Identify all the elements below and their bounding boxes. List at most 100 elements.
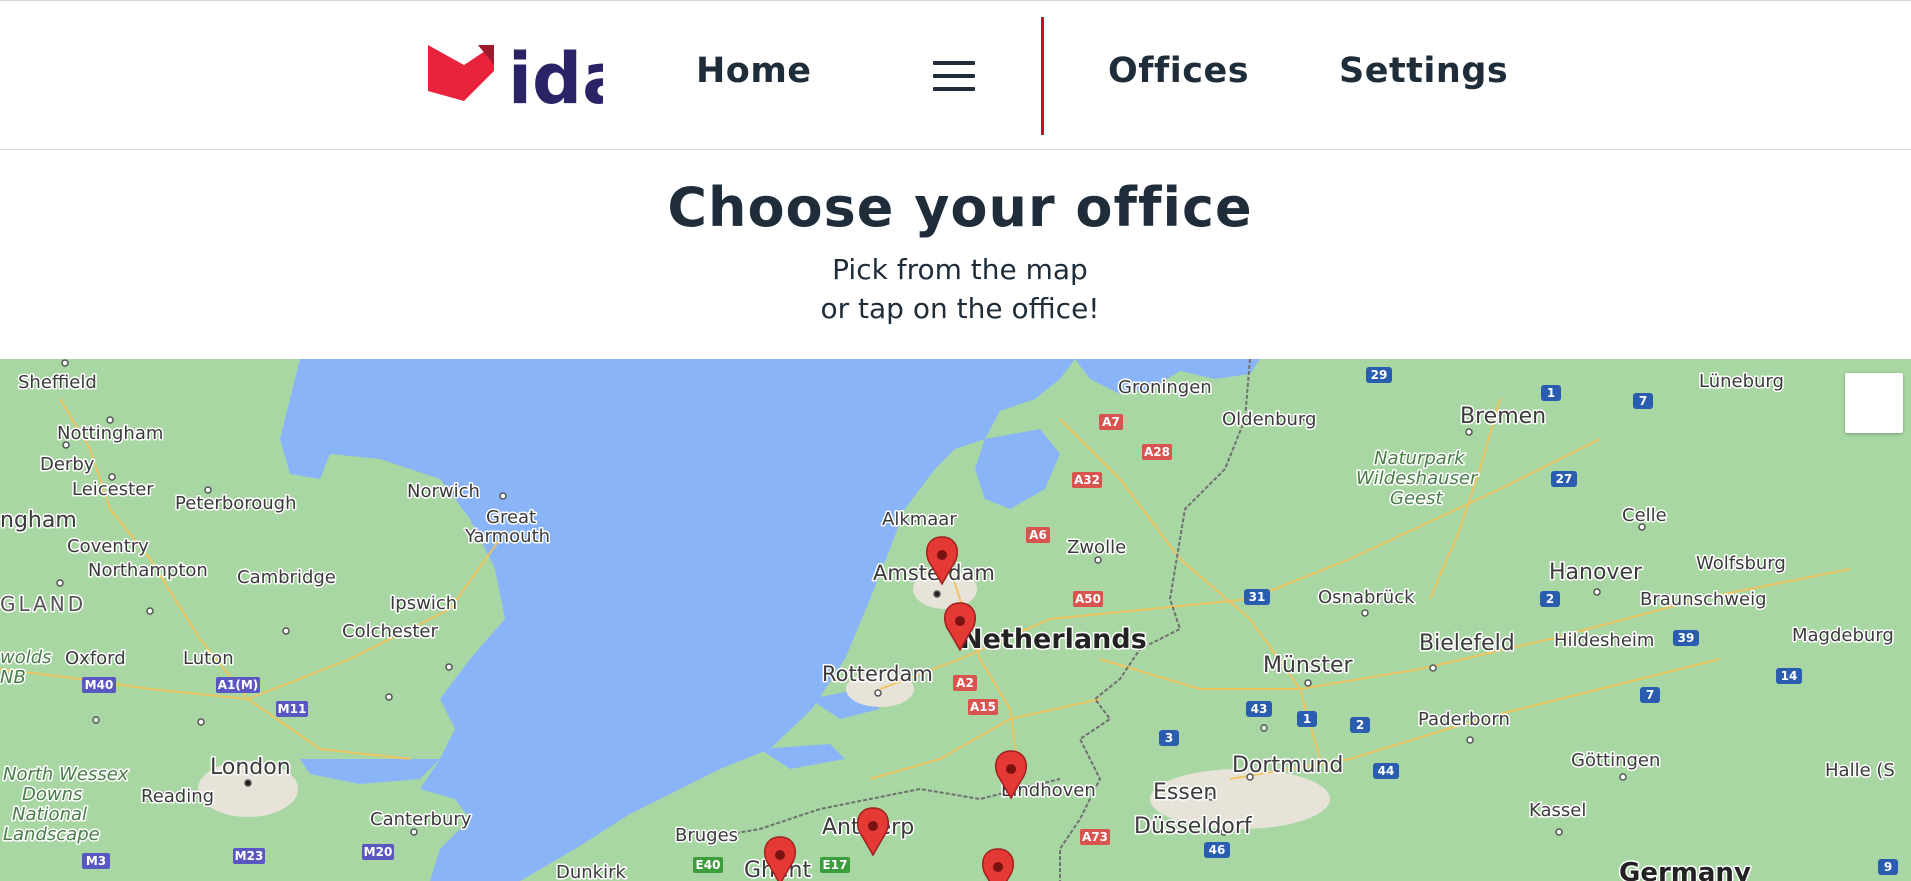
svg-text:Magdeburg: Magdeburg bbox=[1792, 625, 1894, 646]
map-canvas[interactable]: A7 A28 A32 A6 A50 A2 A15 A73 E40 E17 M40… bbox=[0, 359, 1911, 881]
page-subtitle-line2: or tap on the office! bbox=[820, 292, 1100, 325]
svg-text:Great: Great bbox=[486, 507, 536, 528]
nav-settings-link[interactable]: Settings bbox=[1339, 51, 1508, 91]
svg-text:Dortmund: Dortmund bbox=[1232, 753, 1343, 778]
svg-text:14: 14 bbox=[1781, 669, 1798, 683]
svg-text:A28: A28 bbox=[1144, 445, 1170, 459]
office-map[interactable]: A7 A28 A32 A6 A50 A2 A15 A73 E40 E17 M40… bbox=[0, 359, 1911, 881]
svg-text:A1(M): A1(M) bbox=[218, 678, 259, 692]
svg-text:Cambridge: Cambridge bbox=[237, 567, 336, 588]
svg-text:Hanover: Hanover bbox=[1549, 560, 1643, 585]
svg-text:London: London bbox=[210, 755, 291, 780]
svg-text:Geest: Geest bbox=[1390, 488, 1443, 509]
svg-text:National: National bbox=[12, 804, 87, 825]
svg-text:Colchester: Colchester bbox=[342, 621, 438, 642]
svg-text:Nottingham: Nottingham bbox=[57, 423, 163, 444]
svg-text:Bielefeld: Bielefeld bbox=[1419, 631, 1515, 656]
svg-text:Dunkirk: Dunkirk bbox=[556, 862, 627, 881]
svg-text:Yarmouth: Yarmouth bbox=[464, 526, 550, 547]
svg-text:A15: A15 bbox=[970, 700, 996, 714]
svg-text:A32: A32 bbox=[1074, 473, 1100, 487]
svg-text:Luton: Luton bbox=[183, 648, 234, 669]
svg-text:27: 27 bbox=[1556, 472, 1573, 486]
svg-text:E17: E17 bbox=[823, 858, 848, 872]
nav-offices-link[interactable]: Offices bbox=[1108, 51, 1249, 91]
svg-text:GLAND: GLAND bbox=[0, 592, 86, 616]
svg-text:Braunschweig: Braunschweig bbox=[1640, 589, 1767, 610]
svg-text:31: 31 bbox=[1249, 590, 1266, 604]
svg-text:North Wessex: North Wessex bbox=[3, 764, 129, 785]
svg-text:M20: M20 bbox=[364, 845, 393, 859]
ida-logo[interactable]: ida bbox=[428, 45, 603, 107]
svg-text:Leicester: Leicester bbox=[72, 479, 154, 500]
svg-text:Bruges: Bruges bbox=[675, 825, 738, 846]
svg-text:Oxford: Oxford bbox=[65, 648, 126, 669]
page-title: Choose your office bbox=[667, 176, 1253, 239]
map-fullscreen-button[interactable] bbox=[1845, 373, 1903, 433]
svg-text:Wolfsburg: Wolfsburg bbox=[1696, 553, 1786, 574]
svg-text:Coventry: Coventry bbox=[67, 536, 149, 557]
svg-text:43: 43 bbox=[1251, 702, 1268, 716]
svg-text:Derby: Derby bbox=[40, 454, 95, 475]
svg-text:Germany: Germany bbox=[1619, 858, 1751, 881]
svg-text:2: 2 bbox=[1356, 718, 1364, 732]
svg-text:1: 1 bbox=[1547, 386, 1555, 400]
svg-text:Naturpark: Naturpark bbox=[1374, 448, 1466, 469]
svg-text:Düsseldorf: Düsseldorf bbox=[1134, 814, 1253, 839]
svg-text:Osnabrück: Osnabrück bbox=[1318, 587, 1415, 608]
svg-text:Halle (S: Halle (S bbox=[1825, 760, 1895, 781]
svg-text:NB: NB bbox=[0, 667, 26, 688]
page-subtitle-line1: Pick from the map bbox=[832, 253, 1088, 286]
svg-text:9: 9 bbox=[1884, 860, 1892, 874]
svg-text:Alkmaar: Alkmaar bbox=[882, 509, 957, 530]
svg-text:A7: A7 bbox=[1102, 415, 1120, 429]
svg-text:3: 3 bbox=[1165, 731, 1173, 745]
svg-text:7: 7 bbox=[1646, 688, 1654, 702]
svg-text:wolds: wolds bbox=[0, 647, 52, 668]
top-navigation-bar: ida Home Offices Settings bbox=[0, 0, 1911, 150]
svg-text:Sheffield: Sheffield bbox=[18, 372, 97, 393]
nav-home-link[interactable]: Home bbox=[696, 51, 812, 91]
svg-text:ngham: ngham bbox=[0, 508, 77, 533]
office-marker-limburg[interactable] bbox=[981, 848, 1015, 881]
svg-text:Peterborough: Peterborough bbox=[175, 493, 297, 514]
svg-text:46: 46 bbox=[1209, 843, 1226, 857]
svg-text:Landscape: Landscape bbox=[3, 824, 100, 845]
svg-text:44: 44 bbox=[1378, 764, 1395, 778]
svg-text:Wildeshauser: Wildeshauser bbox=[1356, 468, 1479, 489]
svg-text:Rotterdam: Rotterdam bbox=[822, 662, 933, 686]
svg-text:Ipswich: Ipswich bbox=[390, 593, 457, 614]
svg-text:E40: E40 bbox=[696, 858, 721, 872]
svg-text:Northampton: Northampton bbox=[88, 560, 208, 581]
svg-text:Norwich: Norwich bbox=[407, 481, 480, 502]
svg-text:Groningen: Groningen bbox=[1118, 377, 1212, 398]
logo-text: ida bbox=[508, 45, 603, 107]
svg-text:Reading: Reading bbox=[141, 786, 214, 807]
svg-text:Canterbury: Canterbury bbox=[370, 809, 472, 830]
svg-text:Downs: Downs bbox=[22, 784, 82, 805]
svg-text:29: 29 bbox=[1371, 368, 1388, 382]
svg-text:A50: A50 bbox=[1075, 592, 1101, 606]
svg-text:A6: A6 bbox=[1029, 528, 1047, 542]
svg-text:Bremen: Bremen bbox=[1460, 404, 1546, 429]
svg-text:A73: A73 bbox=[1082, 830, 1108, 844]
svg-text:Hildesheim: Hildesheim bbox=[1554, 630, 1654, 651]
svg-text:Göttingen: Göttingen bbox=[1571, 750, 1660, 771]
svg-text:Kassel: Kassel bbox=[1529, 800, 1586, 821]
svg-text:M23: M23 bbox=[235, 849, 264, 863]
svg-text:Celle: Celle bbox=[1622, 505, 1667, 526]
svg-text:Oldenburg: Oldenburg bbox=[1222, 409, 1316, 430]
svg-text:7: 7 bbox=[1639, 394, 1647, 408]
svg-text:Netherlands: Netherlands bbox=[960, 624, 1147, 655]
hamburger-menu-icon[interactable] bbox=[933, 61, 975, 91]
svg-text:Münster: Münster bbox=[1263, 653, 1353, 678]
svg-text:Essen: Essen bbox=[1153, 780, 1217, 805]
svg-text:Paderborn: Paderborn bbox=[1418, 709, 1510, 730]
svg-text:M11: M11 bbox=[278, 702, 307, 716]
svg-text:39: 39 bbox=[1678, 631, 1695, 645]
logo-mark-icon bbox=[428, 45, 494, 101]
svg-text:1: 1 bbox=[1303, 712, 1311, 726]
nav-divider bbox=[1041, 17, 1044, 135]
svg-text:Zwolle: Zwolle bbox=[1067, 537, 1126, 558]
svg-text:A2: A2 bbox=[956, 676, 974, 690]
